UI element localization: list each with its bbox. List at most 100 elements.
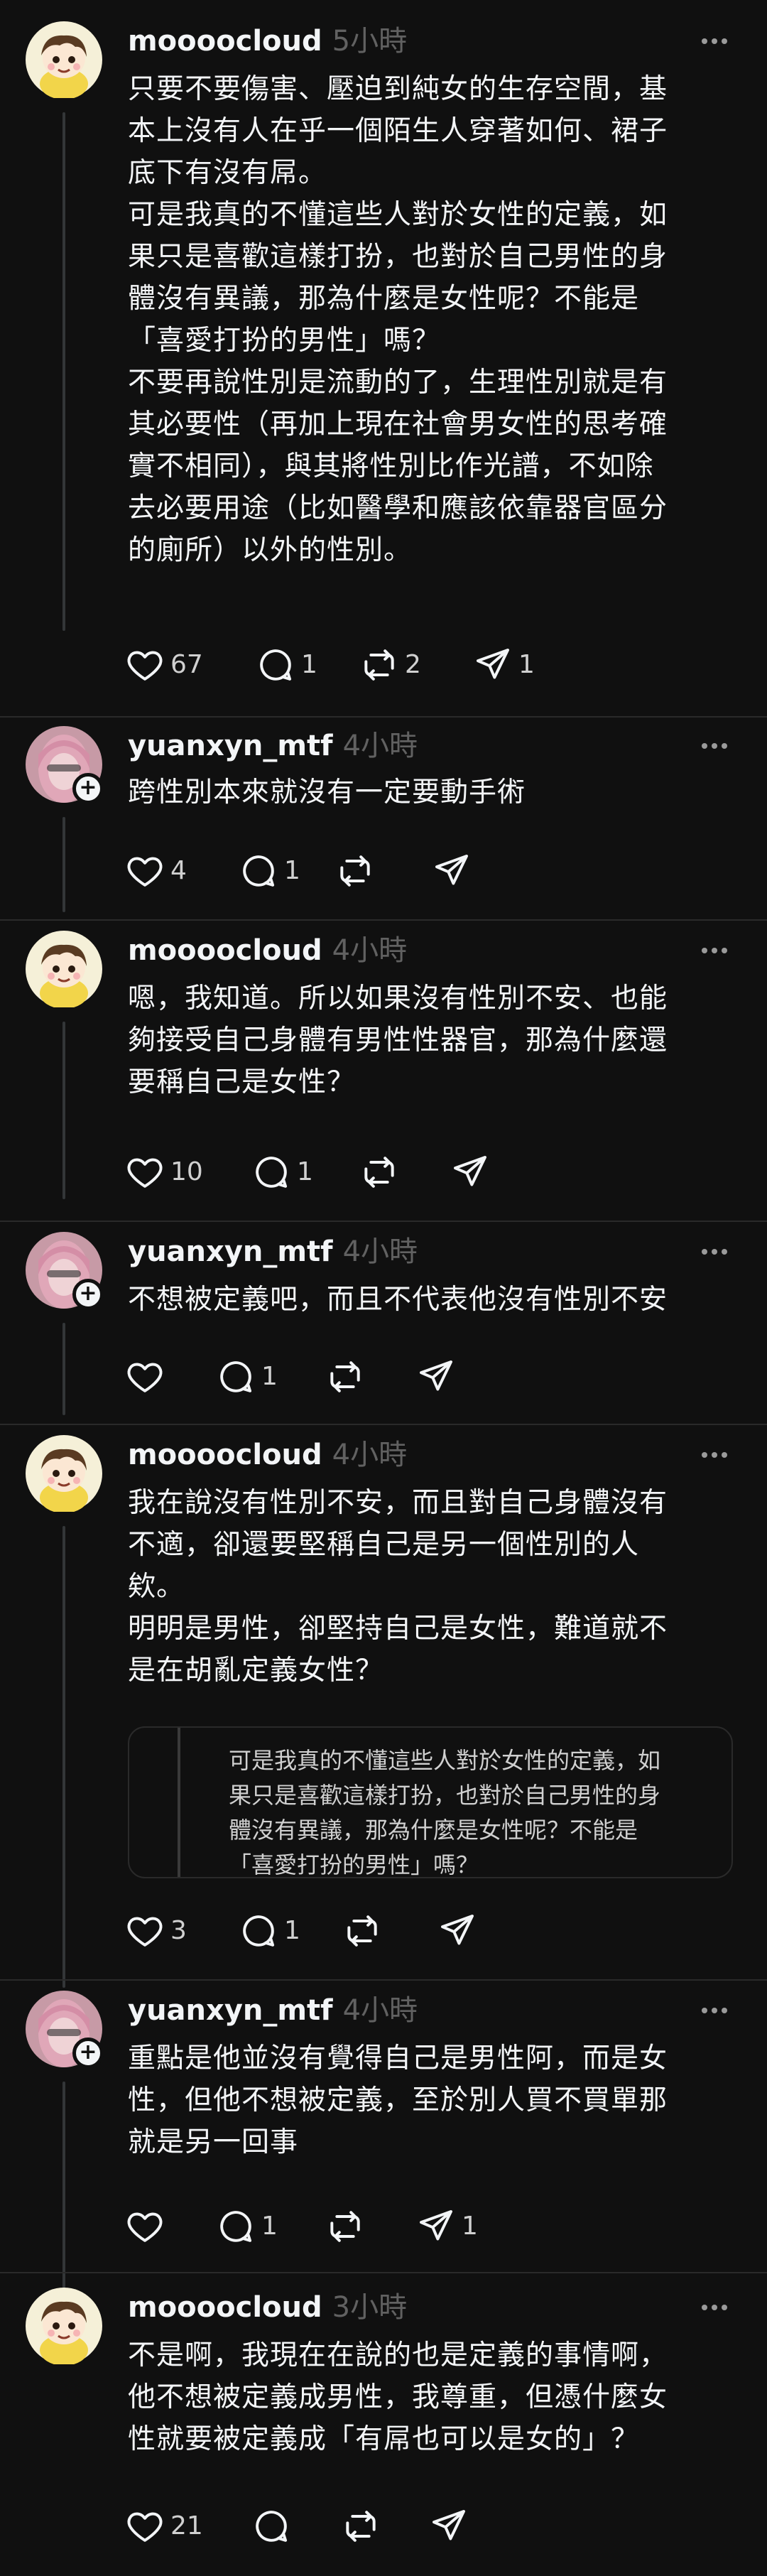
share-button[interactable] (437, 1908, 477, 1954)
more-icon[interactable] (696, 1436, 733, 1473)
reply-count: 1 (284, 1916, 300, 1945)
post-text: 嗯，我知道。所以如果沒有性別不安、也能 夠接受自己身體有男性性器官，那為什麼還 … (128, 983, 668, 1098)
heart-icon (127, 651, 163, 681)
more-icon[interactable] (696, 932, 733, 969)
username-text[interactable]: moooocloud (128, 25, 322, 58)
heart-icon (127, 1917, 163, 1947)
avatar-image-cloud (26, 2288, 102, 2364)
share-button[interactable] (416, 1354, 456, 1400)
username-text[interactable]: yuanxyn_mtf (128, 1235, 333, 1268)
repost-icon (364, 649, 394, 681)
divider (0, 1979, 767, 1981)
reply-button[interactable]: 1 (239, 848, 300, 894)
heart-icon (127, 1363, 163, 1392)
share-button[interactable] (429, 2504, 469, 2549)
reply-button[interactable]: 1 (251, 1149, 313, 1195)
avatar[interactable] (26, 21, 102, 98)
username-text[interactable]: yuanxyn_mtf (128, 730, 333, 762)
comment-icon (220, 1361, 252, 1392)
like-count: 4 (170, 856, 187, 885)
like-count: 10 (170, 1157, 203, 1186)
comment-icon (256, 1157, 288, 1188)
action-bar: 21 (125, 2504, 622, 2549)
share-button[interactable] (432, 848, 472, 894)
heart-icon (127, 857, 163, 887)
divider (0, 1424, 767, 1425)
username[interactable]: yuanxyn_mtf 4小時 (128, 727, 418, 764)
username-text[interactable]: moooocloud (128, 1439, 322, 1471)
reply-button[interactable]: 1 (216, 1354, 278, 1400)
share-count: 1 (518, 650, 535, 679)
send-icon (441, 1915, 474, 1945)
more-icon[interactable] (696, 727, 733, 764)
action-bar: 1 1 (125, 2204, 622, 2249)
comment-icon (260, 649, 292, 681)
timestamp: 4小時 (342, 730, 418, 762)
more-icon[interactable] (696, 1992, 733, 2029)
share-button[interactable] (450, 1149, 490, 1195)
username[interactable]: moooocloud 4小時 (128, 1436, 407, 1473)
like-button[interactable]: 21 (125, 2504, 203, 2549)
reply-count: 1 (301, 650, 317, 679)
more-icon[interactable] (696, 1233, 733, 1270)
avatar[interactable] (26, 1435, 102, 1512)
like-button[interactable] (125, 1354, 170, 1400)
repost-button[interactable] (335, 848, 375, 894)
action-bar: 67 1 2 1 (125, 642, 622, 688)
reply-count: 1 (261, 1362, 278, 1391)
like-button[interactable]: 3 (125, 1908, 187, 1954)
avatar[interactable]: + (26, 1991, 104, 2069)
repost-button[interactable] (325, 2204, 365, 2249)
username[interactable]: moooocloud 5小時 (128, 23, 407, 60)
reply-button[interactable]: 1 (216, 2204, 278, 2249)
post-text: 不是啊，我現在在說的也是定義的事情啊， 他不想被定義成男性，我尊重，但憑什麼女 … (128, 2339, 668, 2455)
action-bar: 10 1 (125, 1149, 622, 1195)
reply-button[interactable] (251, 2504, 291, 2549)
post-text: 不想被定義吧，而且不代表他沒有性別不安 (128, 1284, 668, 1316)
avatar[interactable]: + (26, 726, 104, 804)
like-button[interactable] (125, 2204, 170, 2249)
send-icon (420, 1360, 452, 1391)
like-count: 67 (170, 650, 203, 679)
username-text[interactable]: moooocloud (128, 2291, 322, 2324)
repost-button[interactable] (342, 1908, 382, 1954)
like-button[interactable]: 67 (125, 642, 203, 688)
avatar[interactable] (26, 2288, 102, 2364)
comment-icon (220, 2211, 252, 2242)
repost-button[interactable] (325, 1354, 365, 1400)
quoted-post[interactable]: 可是我真的不懂這些人對於女性的定義，如 果只是喜歡這樣打扮，也對於自己男性的身 … (128, 1726, 733, 1878)
share-button[interactable]: 1 (473, 642, 535, 688)
quote-text: 可是我真的不懂這些人對於女性的定義，如 果只是喜歡這樣打扮，也對於自己男性的身 … (229, 1747, 661, 1878)
reply-button[interactable]: 1 (256, 642, 317, 688)
avatar[interactable] (26, 931, 102, 1007)
plus-icon[interactable]: + (72, 773, 104, 804)
reply-count: 1 (284, 856, 300, 885)
repost-button[interactable] (359, 1149, 399, 1195)
thread-line (62, 1526, 65, 1988)
like-button[interactable]: 4 (125, 848, 187, 894)
like-button[interactable]: 10 (125, 1149, 203, 1195)
plus-icon[interactable]: + (72, 2037, 104, 2069)
action-bar: 1 (125, 1354, 622, 1400)
send-icon (435, 855, 468, 885)
username[interactable]: moooocloud 4小時 (128, 932, 407, 969)
reply-count: 1 (297, 1157, 313, 1186)
username[interactable]: yuanxyn_mtf 4小時 (128, 1233, 418, 1270)
plus-icon[interactable]: + (72, 1279, 104, 1310)
thread-line (62, 1323, 65, 1415)
repost-button[interactable] (341, 2504, 381, 2549)
username[interactable]: moooocloud 3小時 (128, 2289, 407, 2326)
avatar-image-cloud (26, 21, 102, 98)
username-text[interactable]: moooocloud (128, 934, 322, 967)
repost-icon (347, 1915, 377, 1947)
timestamp: 4小時 (332, 1439, 408, 1471)
share-button[interactable]: 1 (416, 2204, 478, 2249)
repost-button[interactable]: 2 (359, 642, 421, 688)
avatar[interactable]: + (26, 1232, 104, 1310)
reply-button[interactable]: 1 (239, 1908, 300, 1954)
username-text[interactable]: yuanxyn_mtf (128, 1994, 333, 2027)
more-icon[interactable] (696, 23, 733, 60)
timestamp: 5小時 (332, 25, 408, 58)
more-icon[interactable] (696, 2289, 733, 2326)
username[interactable]: yuanxyn_mtf 4小時 (128, 1992, 418, 2029)
